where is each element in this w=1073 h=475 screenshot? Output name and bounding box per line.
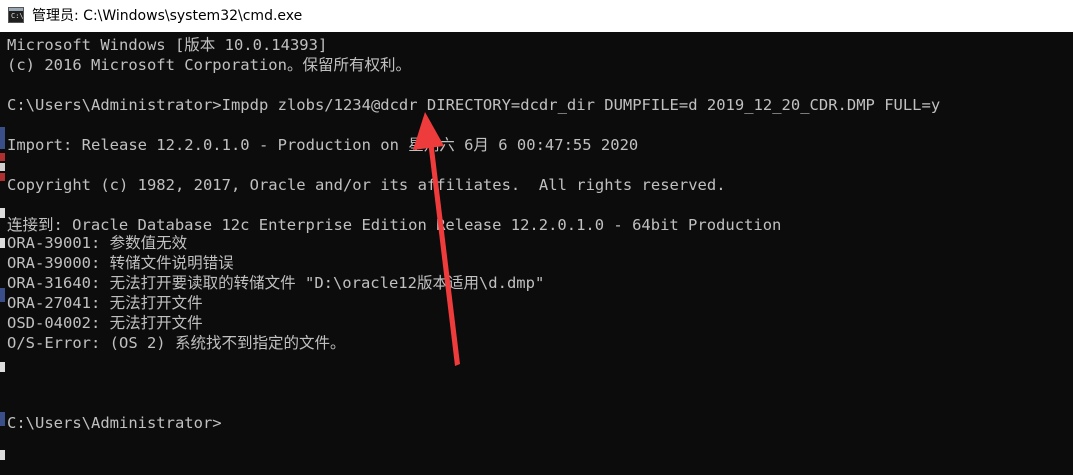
console-area[interactable]: Microsoft Windows [版本 10.0.14393] (c) 20… (0, 32, 1073, 475)
cmd-window: C:\ 管理员: C:\Windows\system32\cmd.exe Mic… (0, 0, 1073, 475)
title-bar[interactable]: C:\ 管理员: C:\Windows\system32\cmd.exe (0, 0, 1073, 32)
console-line: O/S-Error: (OS 2) 系统找不到指定的文件。 (7, 334, 346, 352)
console-line: ORA-27041: 无法打开文件 (7, 294, 203, 312)
console-line: ORA-39001: 参数值无效 (7, 234, 188, 252)
console-line: OSD-04002: 无法打开文件 (7, 314, 203, 332)
console-line: ORA-39000: 转储文件说明错误 (7, 254, 234, 272)
console-line: C:\Users\Administrator> (7, 414, 222, 432)
console-line: (c) 2016 Microsoft Corporation。保留所有权利。 (7, 56, 411, 74)
console-line: Import: Release 12.2.0.1.0 - Production … (7, 136, 639, 154)
console-line: C:\Users\Administrator>Impdp zlobs/1234@… (7, 96, 941, 114)
window-title: 管理员: C:\Windows\system32\cmd.exe (32, 8, 303, 24)
console-line: Copyright (c) 1982, 2017, Oracle and/or … (7, 176, 726, 194)
console-line: ORA-31640: 无法打开要读取的转储文件 "D:\oracle12版本适用… (7, 274, 545, 292)
background-window-edge (0, 127, 5, 460)
cmd-icon[interactable]: C:\ (8, 7, 24, 23)
console-line: 连接到: Oracle Database 12c Enterprise Edit… (7, 216, 782, 234)
console-line: Microsoft Windows [版本 10.0.14393] (7, 36, 328, 54)
